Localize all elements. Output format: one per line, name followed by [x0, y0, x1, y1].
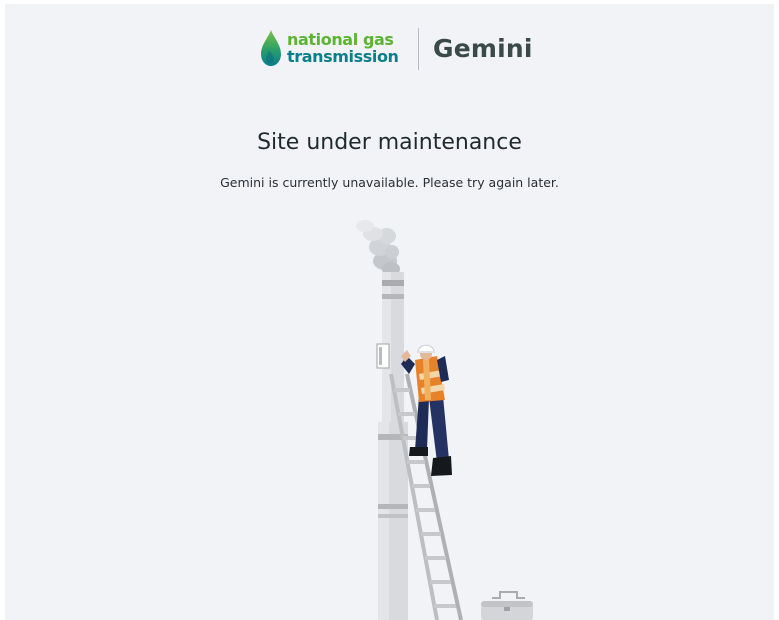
maintenance-illustration — [356, 220, 533, 620]
toolbox-icon — [481, 591, 533, 620]
smoke-icon — [356, 220, 400, 276]
maintenance-page: national gas transmission Gemini Site un… — [5, 4, 774, 620]
